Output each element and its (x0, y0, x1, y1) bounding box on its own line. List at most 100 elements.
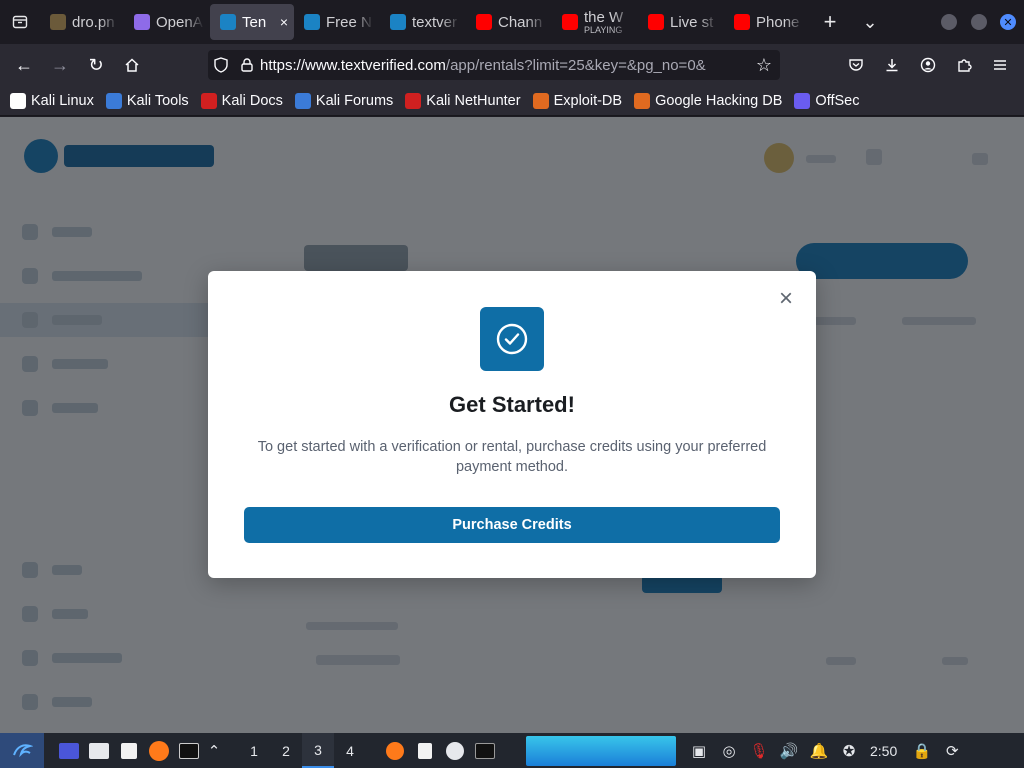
exploit-db-icon (532, 92, 549, 109)
lock-screen-icon[interactable]: 🔒 (907, 736, 937, 766)
kali-icon (10, 92, 26, 109)
chevron-up-icon[interactable]: ⌃ (204, 736, 224, 766)
obs-tray-icon[interactable]: ◎ (714, 736, 744, 766)
purchase-credits-button[interactable]: Purchase Credits (244, 507, 780, 543)
image-icon (50, 14, 66, 30)
close-icon[interactable]: × (774, 287, 798, 311)
tab-title: dro.pn (72, 13, 115, 31)
workspace-button[interactable]: 4 (334, 733, 366, 768)
logout-icon[interactable]: ⟳ (937, 736, 967, 766)
file-manager-icon[interactable] (84, 736, 114, 766)
taskbar: ⌃ 1234 ▣ ◎ 🎙 🔊 🔔 ✪ 2:50 🔒 ⟳ (0, 733, 1024, 768)
clock[interactable]: 2:50 (870, 743, 897, 759)
navigation-bar: ← → ↻ https://www.textverified.com/app/r… (0, 44, 1024, 86)
text-editor-icon[interactable] (114, 736, 144, 766)
new-tab-button[interactable]: + (810, 0, 850, 44)
browser-tab[interactable]: textver (380, 4, 466, 40)
bookmarks-toolbar: Kali Linux Kali Tools Kali Docs Kali Forums… (0, 86, 1024, 116)
menu-icon[interactable] (982, 49, 1018, 81)
workspace-switcher: 1234 (238, 733, 366, 768)
browser-tab[interactable]: Free N (294, 4, 380, 40)
tab-title: Live st (670, 13, 714, 31)
workspace-button[interactable]: 2 (270, 733, 302, 768)
tab-title: Chann (498, 13, 543, 31)
browser-tab[interactable]: Chann (466, 4, 552, 40)
browser-tab[interactable]: OpenAI (124, 4, 210, 40)
bookmark-item[interactable]: Kali Tools (105, 92, 189, 109)
bookmark-label: Exploit-DB (553, 92, 623, 109)
reload-button[interactable]: ↻ (78, 49, 114, 81)
textverified-icon (304, 14, 320, 30)
obs-icon[interactable] (440, 736, 470, 766)
bookmark-item[interactable]: Kali Docs (200, 92, 283, 109)
nethunter-icon (405, 92, 422, 109)
close-tab-icon[interactable]: × (280, 14, 288, 30)
tab-strip: dro.pn OpenAI Ten × Free Ntextver Chann the WP… (0, 0, 1024, 44)
bookmark-item[interactable]: OffSec (794, 92, 859, 109)
browser-tab[interactable]: Ten × (210, 4, 294, 40)
tab-list-button[interactable]: ⌄ (850, 0, 890, 44)
check-circle-icon (480, 307, 544, 371)
window-close-button[interactable]: ✕ (1000, 14, 1016, 30)
tab-title: OpenAI (156, 13, 204, 31)
tab-title: Ten (242, 13, 267, 31)
lock-icon[interactable] (234, 58, 260, 72)
bookmark-item[interactable]: Google Hacking DB (634, 92, 783, 109)
get-started-dialog: × Get Started! To get started with a ver… (208, 271, 816, 578)
account-icon[interactable] (910, 49, 946, 81)
ghdb-icon (634, 92, 651, 109)
tab-overview-icon[interactable] (0, 0, 40, 44)
bookmark-label: Kali Docs (221, 92, 283, 109)
home-button[interactable] (114, 49, 150, 81)
microphone-icon[interactable]: 🎙 (744, 736, 774, 766)
youtube-icon (476, 14, 492, 30)
offsec-icon (794, 92, 811, 109)
desktop-icon[interactable] (54, 736, 84, 766)
screenshot-icon[interactable]: ▣ (684, 736, 714, 766)
kali-docs-icon (200, 92, 217, 109)
bookmark-item[interactable]: Kali Linux (10, 92, 94, 109)
forward-button[interactable]: → (42, 49, 78, 81)
pocket-icon[interactable] (838, 49, 874, 81)
notifications-bell-icon[interactable]: 🔔 (804, 736, 834, 766)
kali-forums-icon (294, 92, 311, 109)
tab-title: Free N (326, 13, 372, 31)
back-button[interactable]: ← (6, 49, 42, 81)
textverified-icon (390, 14, 406, 30)
tab-title: textver (412, 13, 458, 31)
shield-icon[interactable] (208, 57, 234, 73)
tab-playing-label: PLAYING (584, 24, 623, 35)
downloads-icon[interactable] (874, 49, 910, 81)
extensions-icon[interactable] (946, 49, 982, 81)
bookmark-star-icon[interactable]: ☆ (748, 55, 780, 76)
volume-icon[interactable]: 🔊 (774, 736, 804, 766)
minimize-button[interactable] (941, 14, 957, 30)
bookmark-label: Kali Forums (315, 92, 394, 109)
bookmark-label: Google Hacking DB (655, 92, 783, 109)
bookmark-item[interactable]: Kali NetHunter (405, 92, 521, 109)
browser-tab[interactable]: dro.pn (40, 4, 124, 40)
maximize-button[interactable] (971, 14, 987, 30)
browser-tab[interactable]: the W PLAYING (552, 4, 638, 40)
dialog-title: Get Started! (449, 392, 575, 417)
tab-title: the W PLAYING (584, 10, 632, 35)
terminal-window-icon[interactable] (470, 736, 500, 766)
firefox-window-icon[interactable] (380, 736, 410, 766)
tab-title: the W (584, 9, 624, 26)
textverified-icon (220, 14, 236, 30)
document-window-icon[interactable] (410, 736, 440, 766)
kali-menu-icon[interactable] (0, 733, 44, 768)
audio-visualizer (526, 735, 676, 766)
bookmark-label: Kali Tools (126, 92, 189, 109)
browser-tab[interactable]: Live st (638, 4, 724, 40)
browser-tab[interactable]: Phone (724, 4, 810, 40)
bookmark-item[interactable]: Kali Forums (294, 92, 394, 109)
url-text: https://www.textverified.com/app/rentals… (260, 56, 706, 74)
workspace-button[interactable]: 1 (238, 733, 270, 768)
workspace-button[interactable]: 3 (302, 733, 334, 768)
power-manager-icon[interactable]: ✪ (834, 736, 864, 766)
terminal-icon[interactable] (174, 736, 204, 766)
bookmark-item[interactable]: Exploit-DB (532, 92, 623, 109)
address-bar[interactable]: https://www.textverified.com/app/rentals… (208, 50, 780, 80)
firefox-icon[interactable] (144, 736, 174, 766)
